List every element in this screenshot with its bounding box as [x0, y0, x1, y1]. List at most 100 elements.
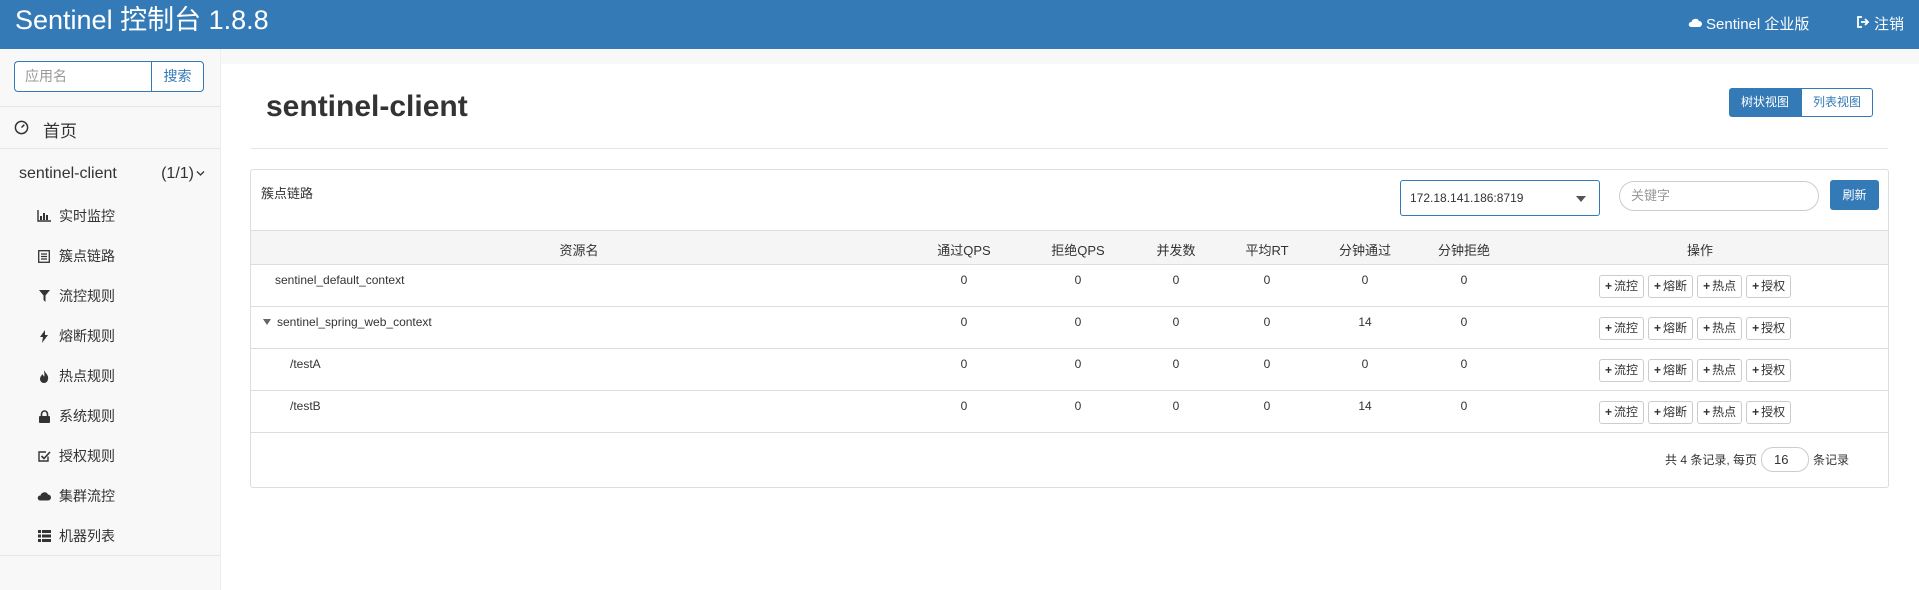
pagination: 共 4 条记录, 每页 16 条记录 [1665, 447, 1849, 472]
app-search-input[interactable]: 应用名 [14, 61, 151, 92]
tree-view-button[interactable]: 树状视图 [1729, 88, 1802, 117]
sidebar-item-degrade[interactable]: 熔断规则 [37, 326, 115, 346]
add-param-rule-button[interactable]: + 热点 [1697, 359, 1743, 382]
column-header: 分钟通过 [1338, 243, 1392, 258]
bolt-icon [37, 329, 51, 343]
add-flow-rule-button[interactable]: + 流控 [1599, 275, 1645, 298]
action-label: 热点 [1712, 363, 1737, 377]
sidebar-app-sentinel-client[interactable]: sentinel-client (1/1) [19, 165, 205, 183]
add-degrade-rule-button[interactable]: + 熔断 [1648, 317, 1694, 340]
collapse-triangle-icon[interactable] [263, 319, 271, 325]
sidebar-divider [0, 555, 220, 556]
enterprise-link[interactable]: Sentinel 企业版 [1688, 13, 1809, 34]
action-label: 熔断 [1663, 405, 1688, 419]
machine-select-value: 172.18.141.186:8719 [1410, 191, 1524, 205]
action-label: 授权 [1761, 363, 1786, 377]
logout-link[interactable]: 注销 [1856, 13, 1904, 34]
app-name: sentinel-client [19, 165, 117, 182]
sidebar-divider [0, 148, 220, 149]
sidebar-item-authority[interactable]: 授权规则 [37, 446, 115, 466]
add-degrade-rule-button[interactable]: + 熔断 [1648, 401, 1694, 424]
enterprise-label: Sentinel 企业版 [1706, 16, 1810, 33]
sidebar-item-system[interactable]: 系统规则 [37, 406, 115, 426]
action-label: 熔断 [1663, 279, 1688, 293]
minute-pass: 14 [1358, 315, 1372, 329]
sidebar-item-cluster[interactable]: 集群流控 [37, 486, 115, 506]
fire-icon [37, 369, 51, 383]
add-degrade-rule-button[interactable]: + 熔断 [1648, 275, 1694, 298]
threads: 0 [1172, 315, 1180, 329]
row-actions: + 流控 + 熔断 + 热点 + 授权 [1599, 359, 1792, 382]
lock-icon [37, 409, 51, 423]
add-param-rule-button[interactable]: + 热点 [1697, 317, 1743, 340]
avg-rt: 0 [1263, 357, 1271, 371]
table-row: sentinel_spring_web_context 0 0 0 0 14 0… [251, 307, 1888, 349]
pass-qps: 0 [960, 273, 968, 287]
action-label: 流控 [1614, 321, 1639, 335]
threads: 0 [1172, 273, 1180, 287]
sidebar-item-label: 簇点链路 [59, 248, 115, 264]
sidebar-item-param-flow[interactable]: 热点规则 [37, 366, 115, 386]
column-header: 通过QPS [937, 243, 991, 258]
sidebar-item-identity[interactable]: 簇点链路 [37, 246, 115, 266]
refresh-button[interactable]: 刷新 [1830, 180, 1879, 210]
minute-block: 0 [1460, 357, 1468, 371]
list-view-button[interactable]: 列表视图 [1801, 88, 1874, 117]
sidebar-item-label: 系统规则 [59, 408, 115, 424]
block-qps: 0 [1074, 399, 1082, 413]
column-header: 资源名 [559, 243, 599, 258]
search-button[interactable]: 搜索 [151, 61, 204, 92]
column-header: 分钟拒绝 [1437, 243, 1491, 258]
add-authority-rule-button[interactable]: + 授权 [1746, 275, 1792, 298]
minute-block: 0 [1460, 315, 1468, 329]
page-title: sentinel-client [266, 90, 468, 123]
caret-down-icon [1576, 196, 1586, 202]
th-list-icon [37, 529, 51, 543]
sidebar-item-label: 授权规则 [59, 448, 115, 464]
pass-qps: 0 [960, 357, 968, 371]
add-param-rule-button[interactable]: + 热点 [1697, 275, 1743, 298]
add-authority-rule-button[interactable]: + 授权 [1746, 359, 1792, 382]
pass-qps: 0 [960, 315, 968, 329]
sidebar-item-label: 熔断规则 [59, 328, 115, 344]
resource-name: /testA [290, 357, 321, 371]
avg-rt: 0 [1263, 399, 1271, 413]
panel-title: 簇点链路 [261, 186, 314, 201]
resource-name: /testB [290, 399, 321, 413]
column-header: 平均RT [1245, 243, 1289, 258]
sidebar-item-home[interactable]: 首页 [14, 117, 77, 142]
column-header: 拒绝QPS [1051, 243, 1105, 258]
table-row: /testB 0 0 0 0 14 0 + 流控 + 熔断 + 热点 + 授权 [251, 391, 1888, 433]
threads: 0 [1172, 357, 1180, 371]
row-actions: + 流控 + 熔断 + 热点 + 授权 [1599, 317, 1792, 340]
sidebar-item-machines[interactable]: 机器列表 [37, 526, 115, 546]
add-flow-rule-button[interactable]: + 流控 [1599, 359, 1645, 382]
action-label: 熔断 [1663, 363, 1688, 377]
add-flow-rule-button[interactable]: + 流控 [1599, 317, 1645, 340]
add-param-rule-button[interactable]: + 热点 [1697, 401, 1743, 424]
keyword-input[interactable]: 关键字 [1619, 181, 1819, 211]
minute-pass: 0 [1361, 273, 1369, 287]
minute-pass: 0 [1361, 357, 1369, 371]
action-label: 热点 [1712, 321, 1737, 335]
block-qps: 0 [1074, 357, 1082, 371]
add-authority-rule-button[interactable]: + 授权 [1746, 317, 1792, 340]
sidebar-item-metric[interactable]: 实时监控 [37, 206, 115, 226]
sidebar-item-flow[interactable]: 流控规则 [37, 286, 115, 306]
bar-chart-icon [37, 209, 51, 223]
list-icon [37, 249, 51, 263]
brand-title[interactable]: Sentinel 控制台 1.8.8 [15, 5, 269, 35]
cloud-icon [1688, 15, 1702, 32]
home-label: 首页 [43, 122, 77, 141]
minute-block: 0 [1460, 273, 1468, 287]
page-size-input[interactable]: 16 [1761, 447, 1810, 472]
sidebar-item-label: 机器列表 [59, 528, 115, 544]
add-degrade-rule-button[interactable]: + 熔断 [1648, 359, 1694, 382]
view-switch: 树状视图 列表视图 [1729, 88, 1874, 117]
action-label: 授权 [1761, 405, 1786, 419]
title-divider [251, 148, 1888, 149]
app-search: 应用名 搜索 [14, 61, 204, 92]
machine-select[interactable]: 172.18.141.186:8719 [1400, 180, 1600, 216]
add-flow-rule-button[interactable]: + 流控 [1599, 401, 1645, 424]
add-authority-rule-button[interactable]: + 授权 [1746, 401, 1792, 424]
